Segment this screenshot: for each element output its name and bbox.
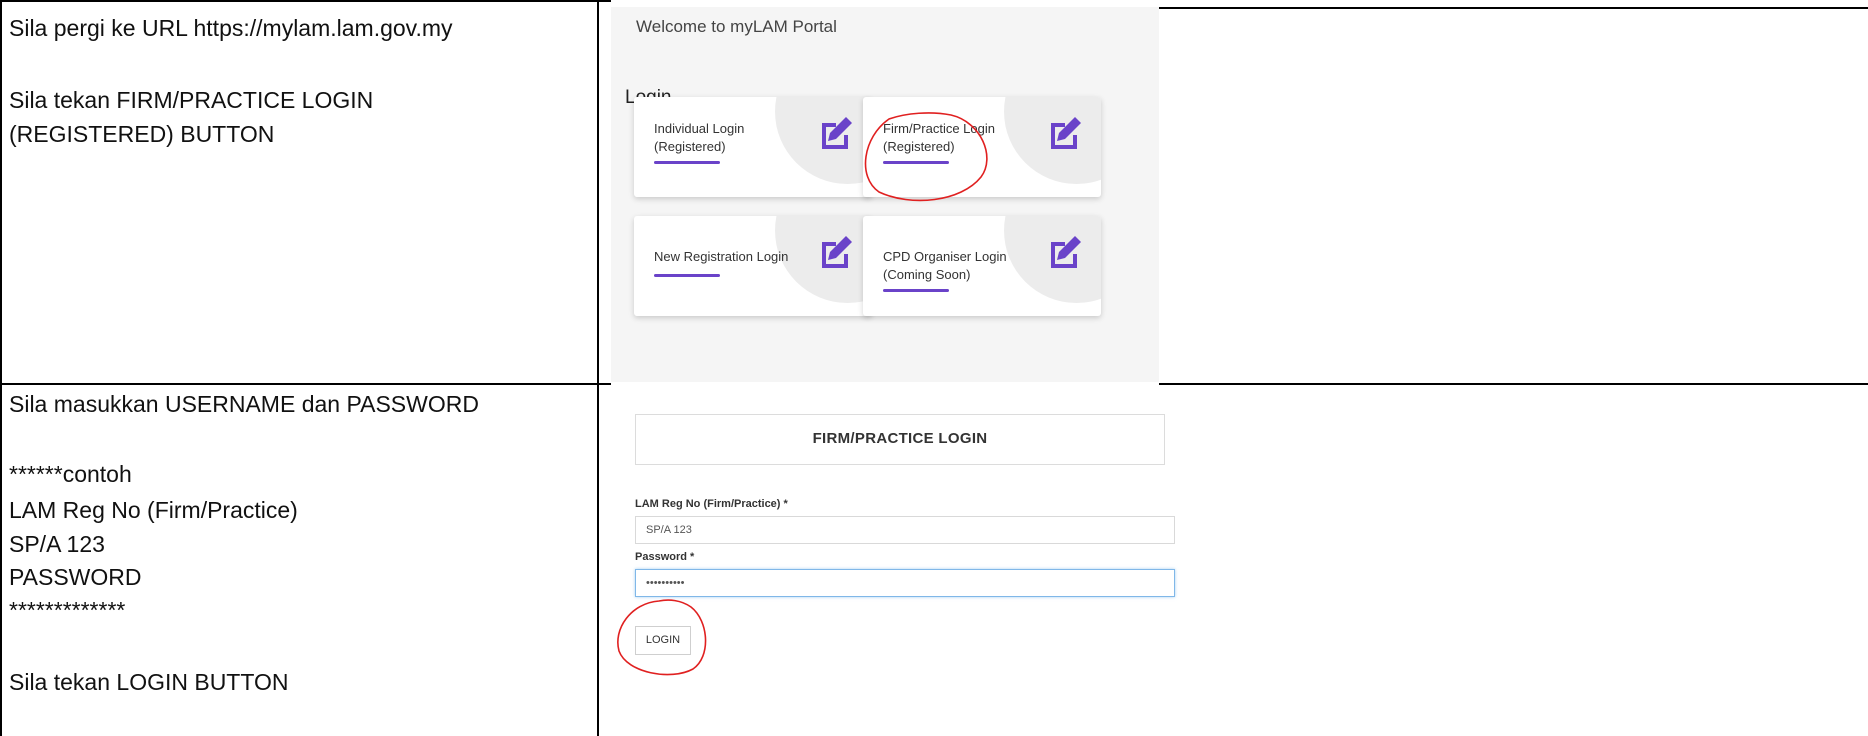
edit-icon: [822, 117, 852, 149]
firm-practice-login-card[interactable]: Firm/Practice Login (Registered): [863, 97, 1101, 197]
firm-login-title-box: FIRM/PRACTICE LOGIN: [635, 414, 1165, 465]
new-registration-login-card[interactable]: New Registration Login: [634, 216, 872, 316]
card-underline: [883, 289, 949, 292]
portal-screenshot: Welcome to myLAM Portal Login Individual…: [611, 7, 1159, 382]
step1-instruction-text-cont: (REGISTERED) BUTTON: [9, 121, 275, 147]
step1-instruction-text: Sila tekan FIRM/PRACTICE LOGIN: [9, 87, 374, 113]
table-border-row-right: [1159, 383, 1868, 385]
table-border-row: [0, 383, 611, 385]
step2-instruction-text: Sila masukkan USERNAME dan PASSWORD: [9, 391, 479, 417]
password-input[interactable]: ••••••••••: [635, 569, 1175, 597]
firm-login-screenshot: FIRM/PRACTICE LOGIN LAM Reg No (Firm/Pra…: [611, 389, 1211, 736]
individual-login-card[interactable]: Individual Login (Registered): [634, 97, 872, 197]
reg-no-label: LAM Reg No (Firm/Practice) *: [635, 498, 788, 510]
example-heading-text: ******contoh: [9, 461, 132, 487]
card-label-line1: Firm/Practice Login: [883, 121, 995, 136]
card-underline: [654, 274, 720, 277]
edit-icon: [1051, 236, 1081, 268]
cpd-organiser-login-card[interactable]: CPD Organiser Login (Coming Soon): [863, 216, 1101, 316]
card-label-line1: New Registration Login: [654, 249, 789, 264]
step1-url-text: Sila pergi ke URL https://mylam.lam.gov.…: [9, 15, 453, 41]
edit-icon: [822, 236, 852, 268]
portal-welcome-text: Welcome to myLAM Portal: [636, 17, 837, 36]
table-border-left: [0, 0, 2, 736]
card-label-line2: (Registered): [883, 139, 955, 154]
edit-icon: [1051, 117, 1081, 149]
reg-no-input[interactable]: SP/A 123: [635, 516, 1175, 544]
example-password-value: *************: [9, 597, 126, 623]
login-button[interactable]: LOGIN: [635, 626, 691, 655]
example-password-label: PASSWORD: [9, 564, 142, 590]
step2-login-instruction: Sila tekan LOGIN BUTTON: [9, 669, 289, 695]
card-label-line2: (Registered): [654, 139, 726, 154]
card-underline: [654, 161, 720, 164]
table-border-top-right: [1159, 7, 1868, 9]
example-username-label: LAM Reg No (Firm/Practice): [9, 497, 298, 523]
password-label: Password *: [635, 551, 695, 563]
card-label-line2: (Coming Soon): [883, 267, 971, 282]
card-label-line1: Individual Login: [654, 121, 745, 136]
table-border-middle: [597, 0, 599, 736]
firm-login-title: FIRM/PRACTICE LOGIN: [812, 430, 988, 447]
example-username-value: SP/A 123: [9, 531, 105, 557]
table-border-top: [0, 0, 611, 2]
card-underline: [883, 161, 949, 164]
card-label-line1: CPD Organiser Login: [883, 249, 1007, 264]
